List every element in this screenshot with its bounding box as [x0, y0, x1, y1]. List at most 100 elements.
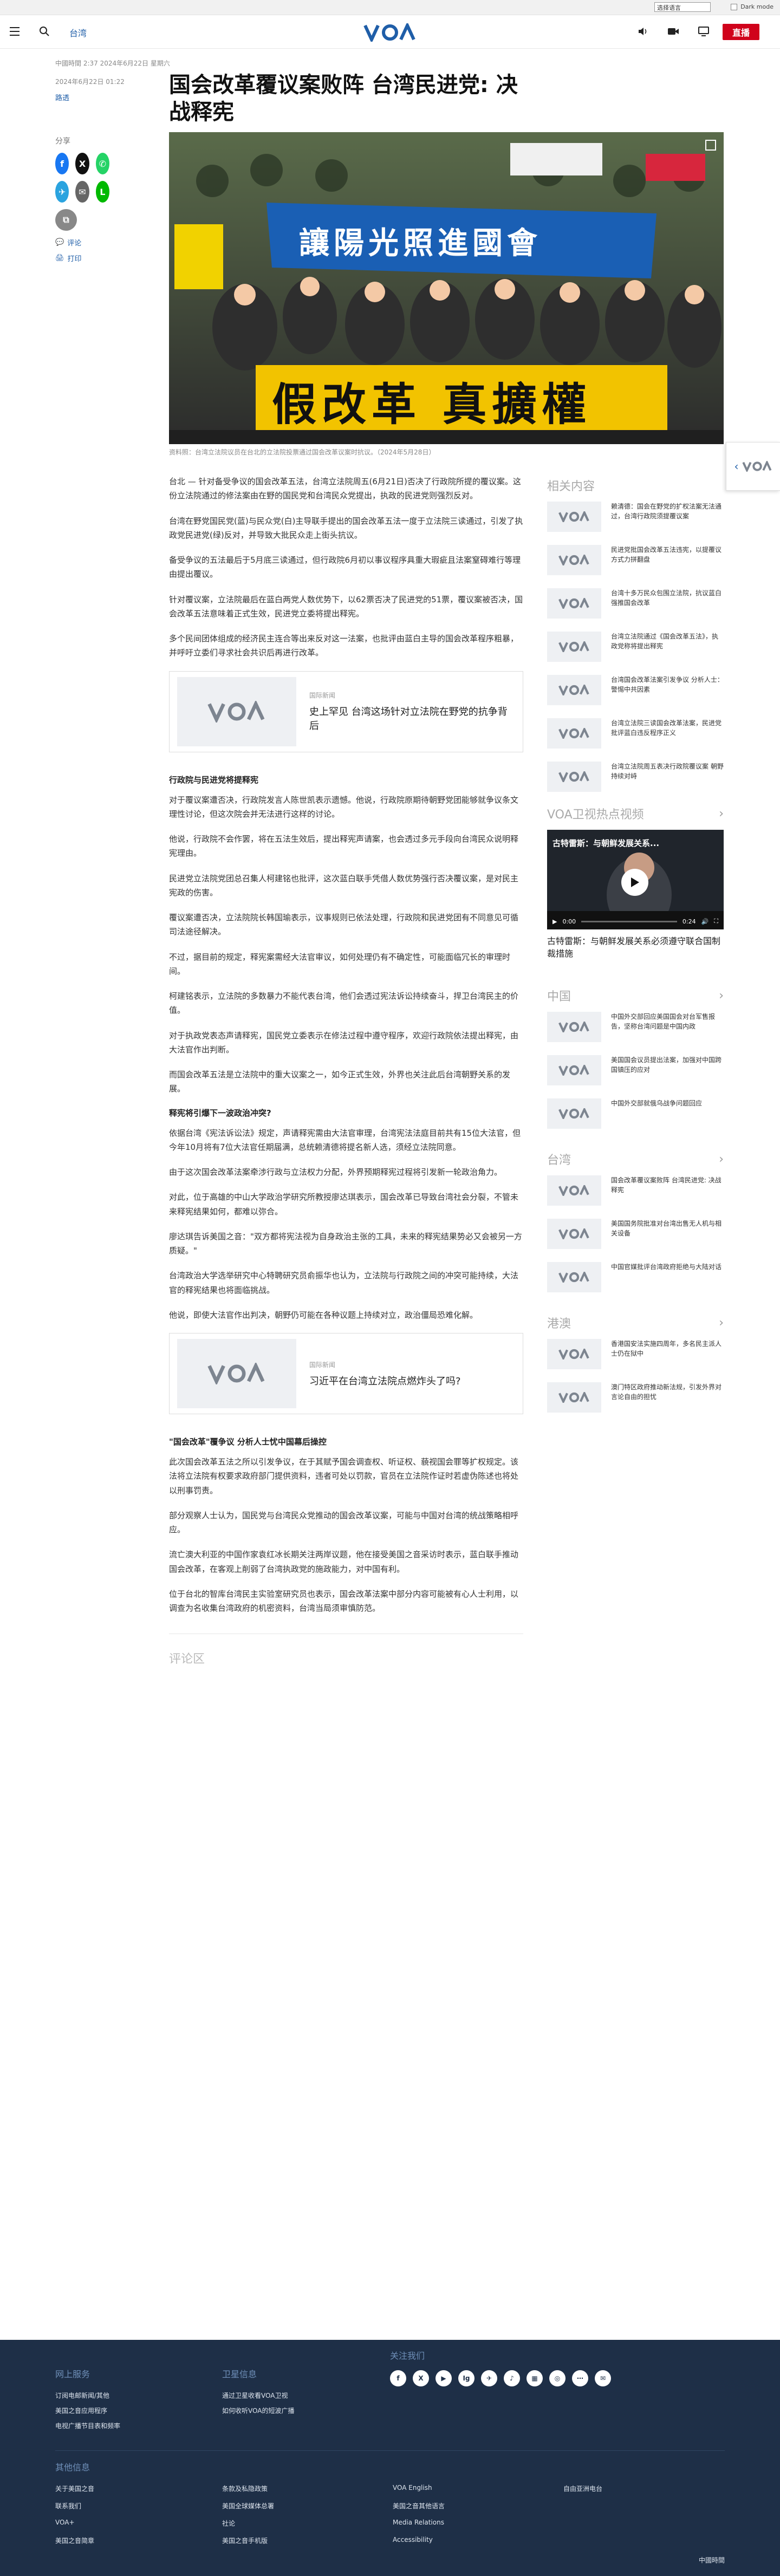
comments-heading[interactable]: 评论区	[169, 1634, 523, 1667]
play-small-icon[interactable]: ▶	[552, 918, 557, 925]
dark-mode-checkbox[interactable]	[731, 3, 738, 10]
article-title: 国会改革覆议案败阵 台湾民进党: 决战释宪	[169, 73, 518, 125]
rail-item[interactable]: 中国外交部就俄乌战争问题回应	[547, 1098, 724, 1129]
chevron-left-icon[interactable]: ‹	[734, 460, 739, 473]
video-icon[interactable]	[667, 26, 679, 37]
subheading: 行政院与民进党将提释宪	[169, 775, 259, 785]
footer-link[interactable]: 如何收听VOA的短波广播	[222, 2406, 294, 2415]
footer-link[interactable]: VOA+	[55, 2519, 75, 2526]
footer-link[interactable]: Media Relations	[393, 2519, 444, 2526]
rail-item[interactable]: 台湾立法院周五表决行政院覆议案 朝野持续对峙	[547, 762, 724, 792]
footer-link[interactable]: 通过卫星收看VOA卫视	[222, 2391, 288, 2400]
footer-link[interactable]: 美国之音应用程序	[55, 2406, 107, 2415]
rail-item[interactable]: 台湾国会改革法案引发争议 分析人士：警惕中共因素	[547, 675, 724, 705]
image-caption: 资料照：台湾立法院议员在台北的立法院投票通过国会改革议案时抗议。（2024年5月…	[169, 448, 435, 456]
telegram-icon[interactable]: ✈	[481, 2370, 497, 2386]
footer-link[interactable]: 关于美国之音	[55, 2484, 94, 2493]
rail-item[interactable]: 中国官媒批评台湾政府拒绝与大陆对话	[547, 1262, 724, 1293]
hk-heading[interactable]: 港澳 ›	[547, 1314, 724, 1331]
chevron-right-icon: ›	[719, 806, 724, 821]
rail-item[interactable]: 澳门特区政府推动新法规，引发外界对言论自由的担忧	[547, 1382, 724, 1413]
line-icon[interactable]: L	[95, 181, 109, 203]
rail-item[interactable]: 台湾立法院三读国会改革法案，民进党批评蓝白违反程序正义	[547, 718, 724, 749]
footer-link[interactable]: 美国之音手机版	[222, 2536, 268, 2545]
rss-icon[interactable]: ◎	[549, 2370, 566, 2386]
china-heading[interactable]: 中国 ›	[547, 987, 724, 1004]
telegram-icon[interactable]: ✈	[55, 181, 69, 203]
facebook-icon[interactable]: f	[390, 2370, 406, 2386]
fullscreen-icon[interactable]: ⛶	[714, 918, 718, 925]
rail-item[interactable]: 美国国会议员提出法案，加强对中国跨国镇压的应对	[547, 1055, 724, 1086]
video-player[interactable]: 古特雷斯：与朝鲜发展关系... ▶ 0:00 0:24 🔊 ⛶	[547, 830, 724, 929]
rail-item[interactable]: 香港国安法实施四周年，多名民主派人士仍在狱中	[547, 1339, 724, 1370]
rail-item[interactable]: 台湾立法院通过《国会改革五法》，执政党称将提出释宪	[547, 632, 724, 662]
video-duration: 0:24	[682, 918, 696, 925]
footer-link[interactable]: 条款及私隐政策	[222, 2484, 268, 2493]
expand-icon[interactable]	[705, 140, 716, 151]
copy-link-icon[interactable]: ⧉	[55, 209, 77, 231]
video-caption[interactable]: 古特雷斯：与朝鲜发展关系必须遵守联合国制裁措施	[547, 935, 724, 960]
paragraph: 台北 — 针对备受争议的国会改革五法，台湾立法院周五(6月21日)否决了行政院所…	[169, 477, 521, 501]
print-link[interactable]: 🖨 打印	[55, 253, 109, 263]
comment-link[interactable]: 💬 评论	[55, 237, 109, 248]
footer-link[interactable]: 订阅电邮新闻/其他	[55, 2391, 109, 2400]
voa-thumbnail-icon	[547, 632, 601, 662]
footer-link[interactable]: 社论	[222, 2519, 235, 2528]
volume-icon[interactable]: 🔊	[701, 918, 709, 925]
email-icon[interactable]: ✉	[595, 2370, 611, 2386]
language-select[interactable]: 选择语言	[654, 2, 711, 12]
rail-item[interactable]: 台湾十多万民众包围立法院，抗议蓝白强推国会改革	[547, 588, 724, 619]
video-heading[interactable]: VOA卫视热点视频 ›	[547, 805, 724, 822]
footer-link[interactable]: 美国之音其他语言	[393, 2501, 445, 2510]
footer-link[interactable]: 联系我们	[55, 2501, 81, 2510]
footer-link[interactable]: 电视广播节目表和频率	[55, 2421, 120, 2430]
tv-schedule-icon[interactable]	[698, 26, 710, 37]
source-link[interactable]: 路透	[55, 92, 69, 102]
tiktok-icon[interactable]: ♪	[504, 2370, 520, 2386]
related-title[interactable]: 习近平在台湾立法院点燃炸头了吗?	[309, 1374, 461, 1388]
related-article-card[interactable]: 国际新闻 习近平在台湾立法院点燃炸头了吗?	[169, 1333, 523, 1414]
play-icon[interactable]	[621, 869, 648, 896]
paragraph: 廖达琪告诉美国之音："双方都将宪法视为自身政治主张的工具，未来的释宪结果势必又会…	[169, 1231, 522, 1256]
youtube-icon[interactable]: ▶	[435, 2370, 452, 2386]
rail-item[interactable]: 国会改革覆议案败阵 台湾民进党: 决战释宪	[547, 1175, 724, 1206]
footer-link[interactable]: 自由亚洲电台	[563, 2484, 602, 2493]
audio-icon[interactable]	[637, 26, 649, 37]
paragraph: 他说，即使大法官作出判决，朝野仍可能在各种议题上持续对立，政治僵局恐难化解。	[169, 1310, 478, 1320]
taiwan-heading[interactable]: 台湾 ›	[547, 1150, 724, 1168]
footer-link[interactable]: 美国全球媒体总署	[222, 2501, 274, 2510]
floating-live-widget[interactable]: ‹	[726, 442, 780, 491]
video-title: 古特雷斯：与朝鲜发展关系...	[552, 838, 660, 848]
related-heading: 相关内容	[547, 480, 595, 493]
voa-logo[interactable]	[361, 23, 419, 42]
email-icon[interactable]: ✉	[75, 181, 89, 203]
right-rail: 相关内容 赖清德：国会在野党的扩权法案无法通过，台湾行政院须提覆议案 民进党批国…	[547, 477, 724, 1426]
video-progress-bar[interactable]	[581, 920, 677, 922]
menu-icon[interactable]	[10, 27, 20, 36]
x-icon[interactable]: X	[75, 153, 89, 174]
paragraph: 台湾在野党国民党(蓝)与民众党(白)主导联手提出的国会改革五法一度于立法院三读通…	[169, 516, 523, 540]
live-button[interactable]: 直播	[723, 24, 759, 40]
related-title[interactable]: 史上罕见 台湾这场针对立法院在野党的抗争背后	[309, 704, 512, 732]
rail-item[interactable]: 中国外交部回应美国国会对台军售报告，坚称台湾问题是中国内政	[547, 1012, 724, 1043]
voa-thumbnail-icon	[547, 502, 601, 532]
footer-social: f X ▶ Ig ✈ ♪ ▦ ◎ ⋯ ✉	[390, 2370, 611, 2386]
x-icon[interactable]: X	[413, 2370, 429, 2386]
section-link[interactable]: 台湾	[69, 26, 87, 39]
rail-item[interactable]: 赖清德：国会在野党的扩权法案无法通过，台湾行政院须提覆议案	[547, 502, 724, 532]
footer-link[interactable]: VOA English	[393, 2484, 432, 2492]
voa-thumbnail-icon	[547, 588, 601, 619]
rail-item[interactable]: 美国国务院批准对台湾出售无人机与相关设备	[547, 1219, 724, 1250]
dark-mode-toggle[interactable]: Dark mode	[731, 3, 774, 10]
facebook-icon[interactable]: f	[55, 153, 69, 174]
footer-link[interactable]: 美国之音简章	[55, 2536, 94, 2545]
related-article-card[interactable]: 国际新闻 史上罕见 台湾这场针对立法院在野党的抗争背后	[169, 671, 523, 752]
whatsapp-icon[interactable]: ✆	[95, 153, 109, 174]
footer-link[interactable]: Accessibility	[393, 2536, 433, 2544]
footer-other-heading: 其他信息	[55, 2462, 90, 2473]
search-icon[interactable]	[39, 26, 50, 37]
more-icon[interactable]: ⋯	[572, 2370, 588, 2386]
apps-icon[interactable]: ▦	[526, 2370, 543, 2386]
rail-item[interactable]: 民进党批国会改革五法违宪，以提覆议方式力拼翻盘	[547, 545, 724, 575]
instagram-icon[interactable]: Ig	[458, 2370, 474, 2386]
